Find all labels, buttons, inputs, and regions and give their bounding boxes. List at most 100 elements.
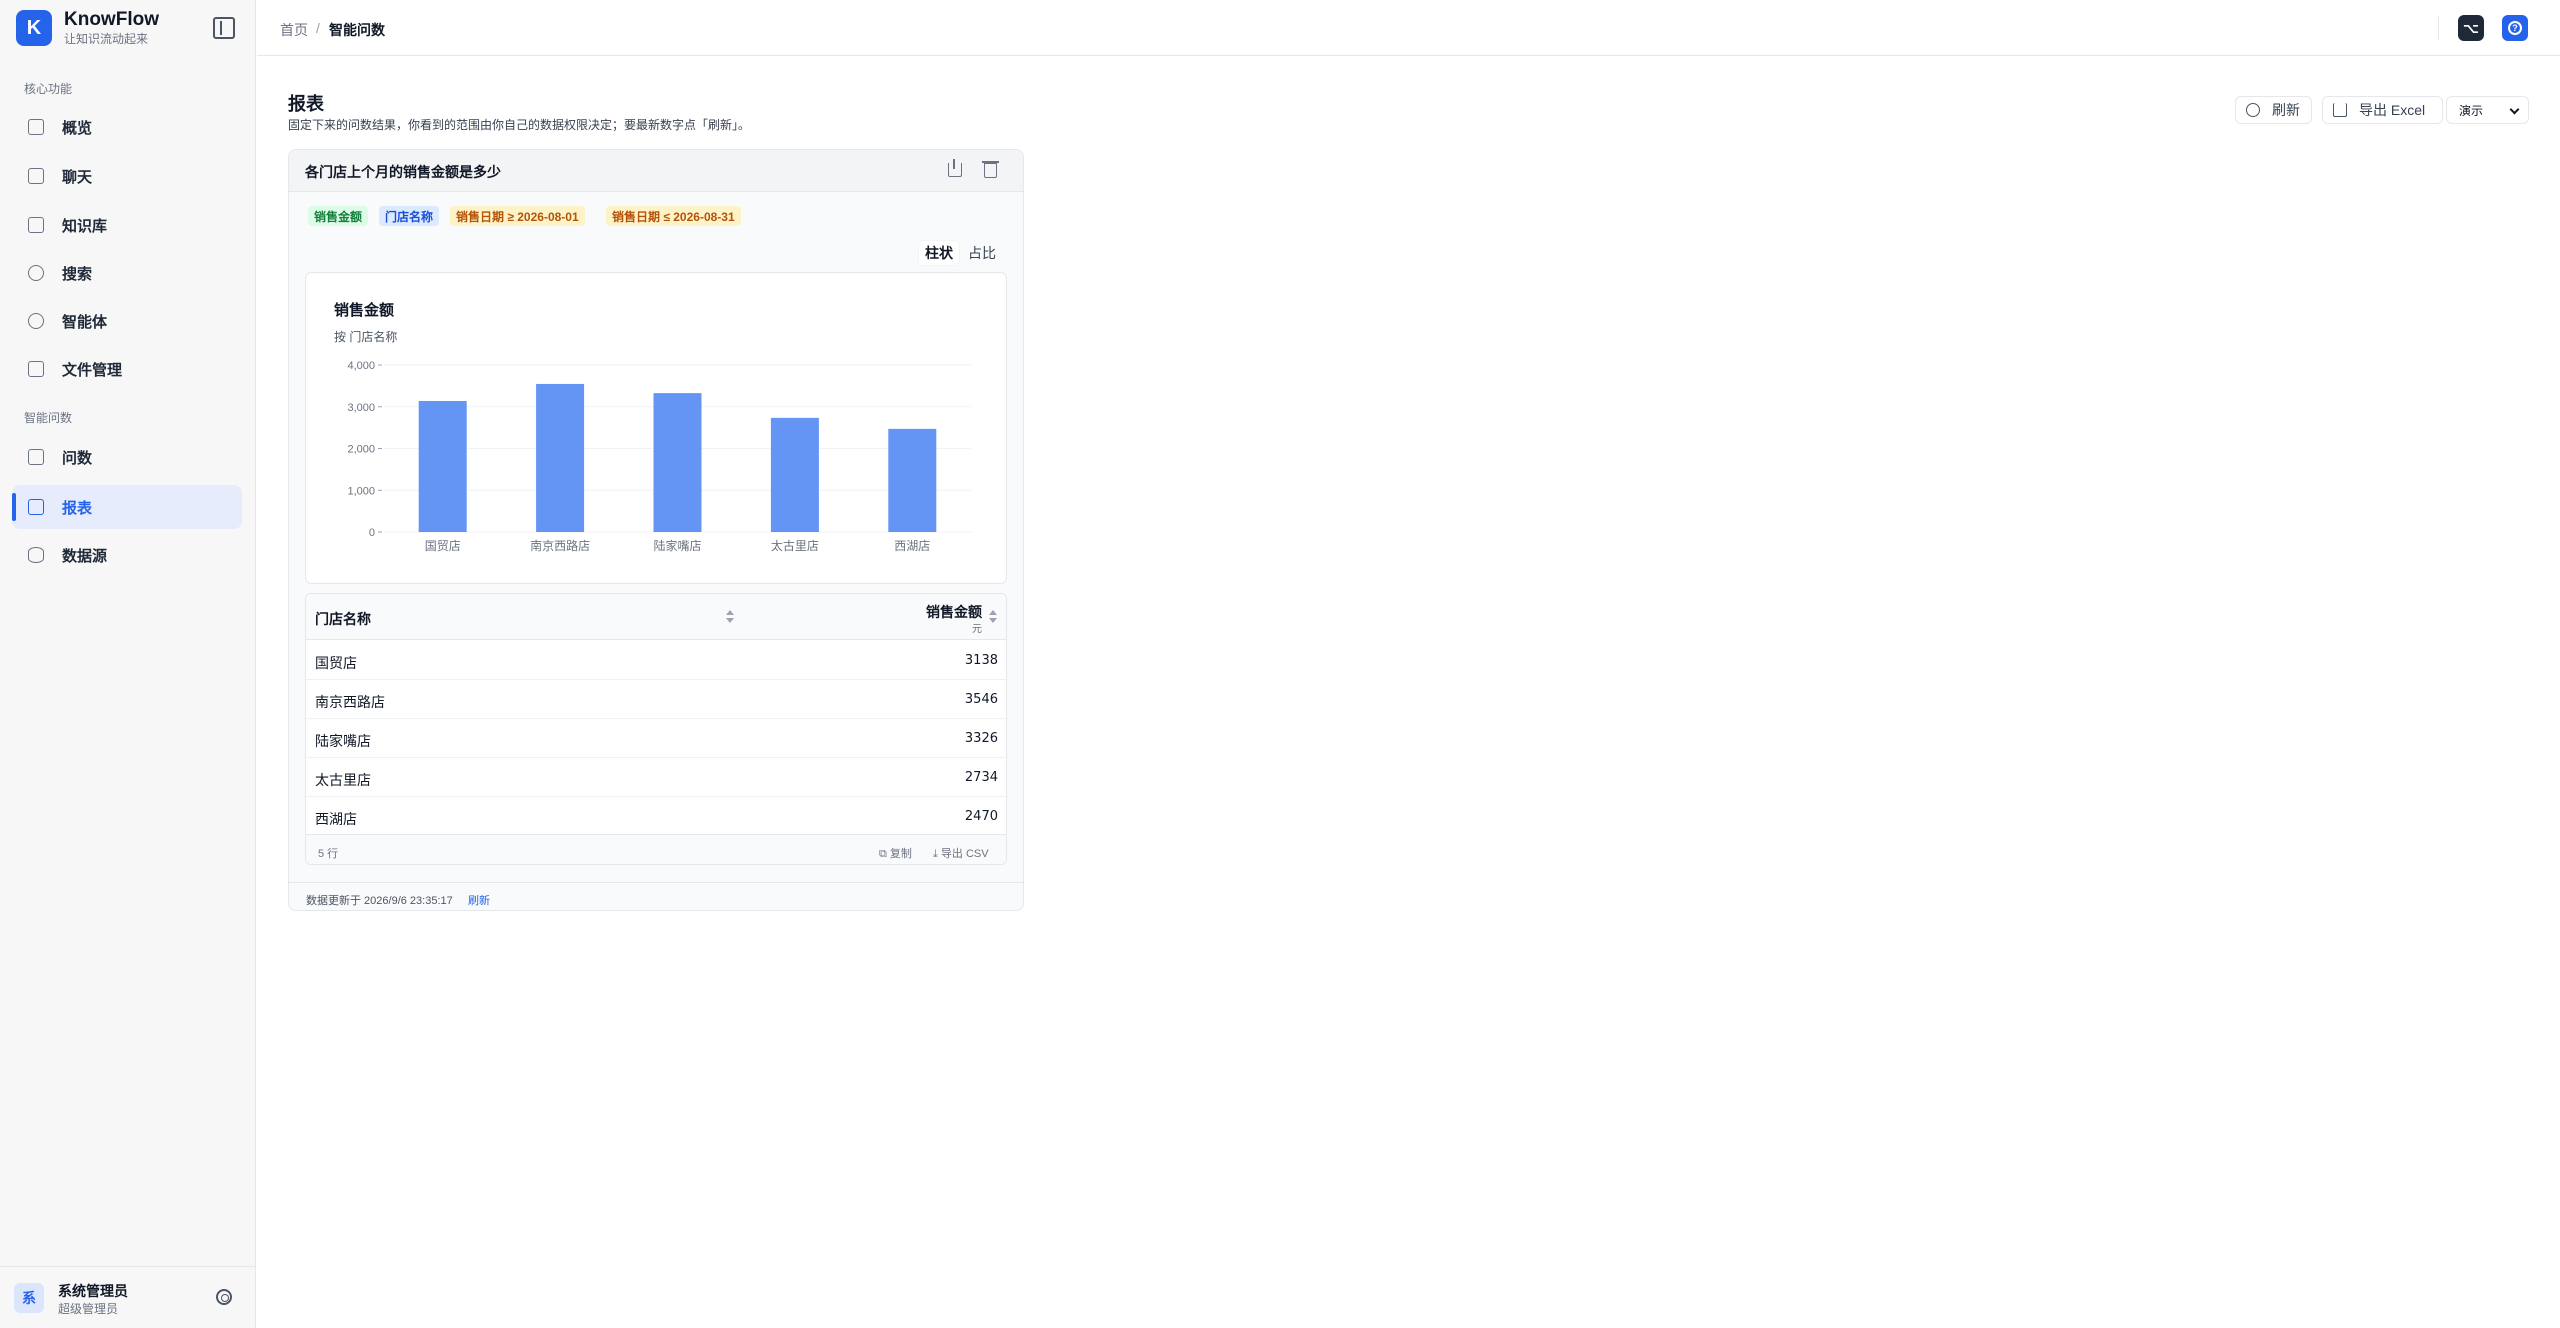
x-tick-label: 西湖店 — [894, 538, 930, 553]
tab-bar-chart[interactable]: 柱状 — [919, 241, 959, 265]
bar[interactable] — [770, 417, 819, 532]
bar[interactable] — [888, 428, 937, 532]
sidebar: K KnowFlow 让知识流动起来 核心功能 概览 聊天 知识库 搜索 智能体… — [0, 0, 256, 1328]
result-table: 门店名称 销售金额 元 国贸店 3138 南京西路店 3546 陆家嘴店 332… — [305, 593, 1007, 865]
report-icon — [28, 499, 44, 515]
mode-select-value: 演示 — [2459, 103, 2484, 118]
book-icon — [28, 217, 44, 233]
tab-pie-chart[interactable]: 占比 — [962, 241, 1002, 265]
sidebar-item-reports[interactable]: 报表 — [12, 485, 242, 529]
bar[interactable] — [653, 393, 702, 532]
mode-select[interactable]: 演示 — [2446, 96, 2529, 124]
y-tick-label: 3,000 — [347, 402, 375, 414]
gear-icon[interactable] — [216, 1289, 232, 1305]
download-icon — [2333, 103, 2347, 117]
sidebar-item-files[interactable]: 文件管理 — [12, 347, 242, 391]
dashboard-icon — [28, 119, 44, 135]
topbar: 首页 / 智能问数 ⌥ ? — [257, 0, 2560, 56]
refresh-link[interactable]: 刷新 — [468, 892, 490, 908]
sidebar-item-overview[interactable]: 概览 — [12, 105, 242, 149]
sidebar-item-ask[interactable]: 问数 — [12, 435, 242, 479]
copy-label: 复制 — [889, 848, 912, 860]
sidebar-item-chat[interactable]: 聊天 — [12, 154, 242, 198]
card-header: 各门店上个月的销售金额是多少 — [289, 150, 1023, 192]
x-tick-label: 陆家嘴店 — [653, 538, 701, 553]
breadcrumb-separator: / — [316, 20, 320, 36]
metric-chip: 销售金额 — [308, 206, 369, 226]
cell-sales: 3546 — [964, 692, 998, 707]
avatar[interactable]: 系 — [14, 1283, 44, 1313]
sidebar-item-label: 智能体 — [62, 313, 108, 331]
card-footer: 数据更新于 2026/9/6 23:35:17 刷新 — [289, 882, 1023, 911]
filter-chip-from: 销售日期 ≥ 2026-08-01 — [450, 206, 585, 226]
breadcrumb-current: 智能问数 — [329, 22, 385, 38]
bar-chart: 销售金额 按 门店名称 0 1,000 2,000 3,000 4,000 国贸店 南京西路… — [334, 301, 971, 553]
cell-sales: 2470 — [964, 809, 998, 824]
column-unit: 元 — [972, 624, 982, 635]
help-icon[interactable]: ? — [2502, 15, 2528, 41]
table-row: 陆家嘴店 3326 — [306, 719, 1006, 758]
y-tick-label: 1,000 — [347, 485, 375, 497]
bar[interactable] — [418, 400, 467, 532]
chart-title: 销售金额 — [334, 301, 394, 319]
cell-store: 南京西路店 — [315, 694, 385, 710]
sidebar-item-knowledge-base[interactable]: 知识库 — [12, 203, 242, 247]
sidebar-item-label: 数据源 — [62, 547, 108, 565]
table-row: 国贸店 3138 — [306, 641, 1006, 680]
brand[interactable]: K KnowFlow 让知识流动起来 — [16, 8, 159, 48]
sort-icon[interactable] — [726, 610, 734, 624]
export-excel-label: 导出 Excel — [2359, 102, 2426, 118]
table-header: 门店名称 销售金额 元 — [306, 594, 1006, 640]
brand-name: KnowFlow — [64, 9, 159, 30]
database-icon — [28, 547, 44, 563]
cell-store: 西湖店 — [315, 811, 357, 827]
file-icon — [28, 361, 44, 377]
sidebar-item-label: 概览 — [62, 119, 93, 137]
github-icon[interactable]: ⌥ — [2458, 15, 2484, 41]
topbar-divider — [2438, 16, 2439, 40]
export-excel-button[interactable]: 导出 Excel — [2322, 96, 2443, 124]
column-header-store[interactable]: 门店名称 — [315, 609, 371, 629]
refresh-icon — [2246, 103, 2260, 117]
table-row: 南京西路店 3546 — [306, 680, 1006, 719]
copy-button[interactable]: ⧉ 复制 — [879, 845, 912, 861]
refresh-button-label: 刷新 — [2272, 102, 2300, 118]
x-tick-label: 太古里店 — [771, 538, 819, 553]
nav-section-ask: 智能问数 — [24, 411, 73, 425]
sidebar-item-search[interactable]: 搜索 — [12, 251, 242, 295]
bot-icon — [28, 313, 44, 329]
search-icon — [28, 265, 44, 281]
download-icon[interactable] — [948, 159, 962, 177]
sidebar-item-label: 知识库 — [62, 217, 108, 235]
card-title: 各门店上个月的销售金额是多少 — [305, 164, 501, 180]
chevron-down-icon — [2509, 104, 2520, 115]
refresh-button[interactable]: 刷新 — [2235, 96, 2312, 124]
table-row: 太古里店 2734 — [306, 758, 1006, 797]
x-tick-label: 国贸店 — [425, 539, 461, 553]
report-card: 各门店上个月的销售金额是多少 销售金额 门店名称 销售日期 ≥ 2026-08-… — [288, 149, 1024, 911]
chart-panel: 销售金额 按 门店名称 0 1,000 2,000 3,000 4,000 国贸店 南京西路… — [305, 272, 1007, 584]
cell-store: 国贸店 — [315, 655, 357, 671]
sidebar-item-agents[interactable]: 智能体 — [12, 299, 242, 343]
column-header-sales[interactable]: 销售金额 — [926, 602, 982, 622]
breadcrumb-home[interactable]: 首页 — [280, 20, 308, 40]
sidebar-item-datasource[interactable]: 数据源 — [12, 533, 242, 577]
y-tick-label: 4,000 — [347, 360, 375, 372]
user-name: 系统管理员 — [58, 1283, 128, 1299]
page-description: 固定下来的问数结果，你看到的范围由你自己的数据权限决定；要最新数字点「刷新」。 — [288, 118, 751, 132]
filter-chip-to: 销售日期 ≤ 2026-08-31 — [606, 206, 741, 226]
cell-sales: 2734 — [964, 770, 998, 785]
sort-icon[interactable] — [989, 610, 997, 624]
brand-logo: K — [16, 10, 52, 46]
table-footer: 5 行 ⧉ 复制 ⤓ 导出 CSV — [306, 834, 1006, 864]
export-csv-button[interactable]: ⤓ 导出 CSV — [933, 845, 989, 861]
trash-icon[interactable] — [982, 161, 999, 178]
row-count: 5 行 — [318, 848, 339, 860]
export-csv-label: 导出 CSV — [940, 848, 989, 860]
bar[interactable] — [536, 383, 585, 532]
sidebar-item-label: 聊天 — [62, 168, 93, 186]
chat-icon — [28, 168, 44, 184]
sidebar-toggle-icon[interactable] — [213, 17, 235, 39]
y-tick-label: 2,000 — [347, 444, 375, 456]
nav-section-core: 核心功能 — [24, 82, 73, 96]
